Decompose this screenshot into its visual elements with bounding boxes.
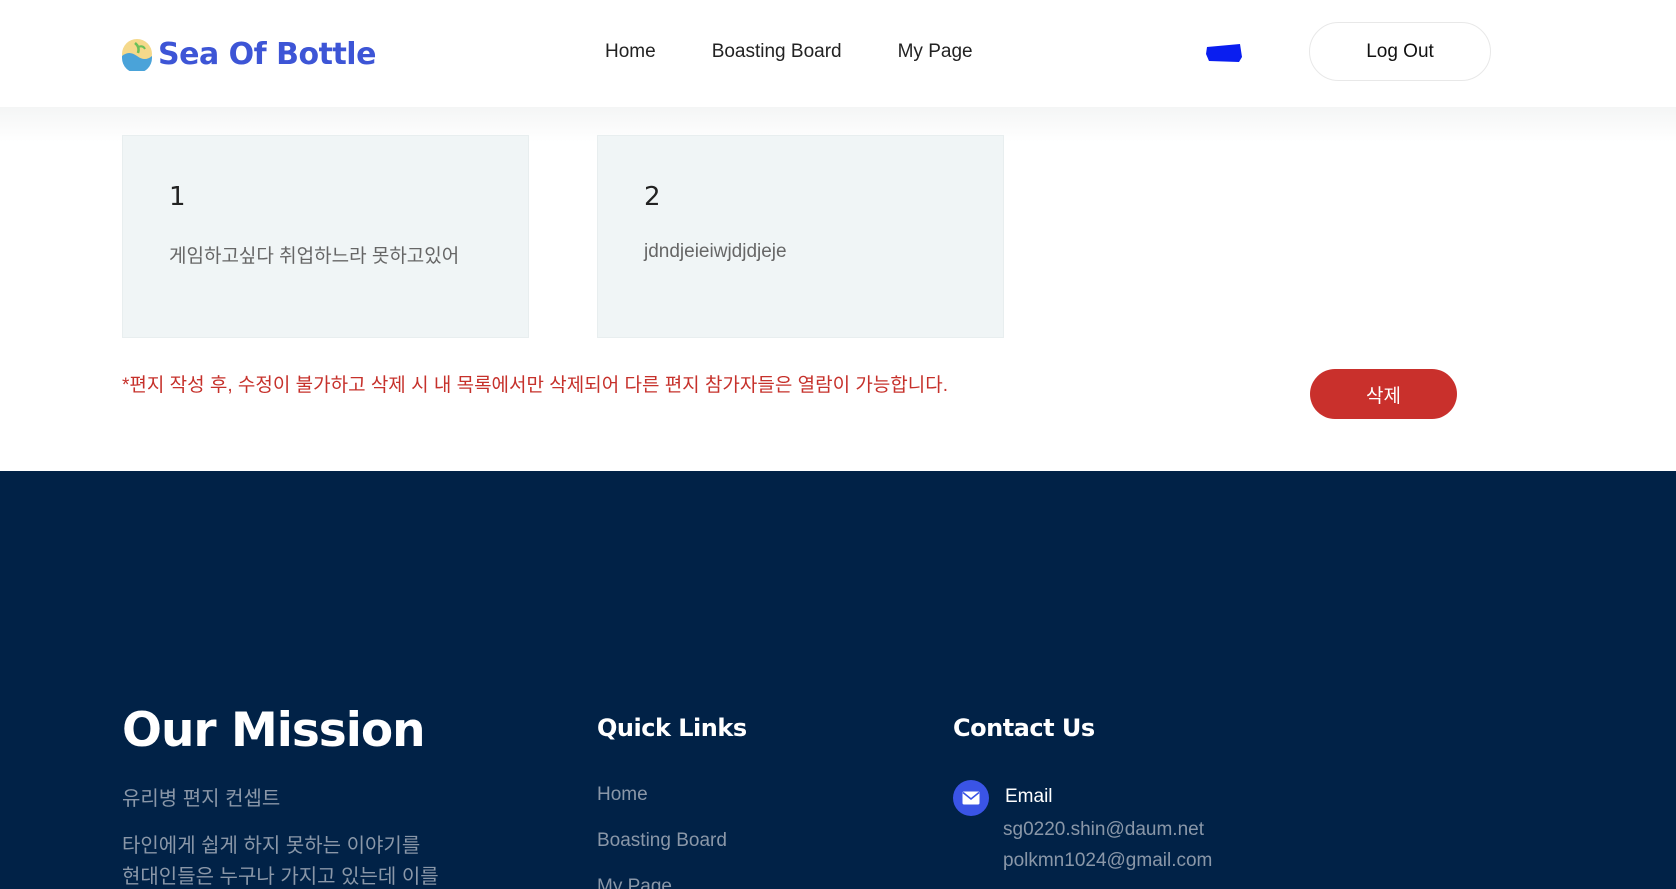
mission-title: Our Mission: [122, 703, 426, 758]
quick-links-list: Home Boasting Board My Page: [597, 783, 727, 889]
delete-notice: *편지 작성 후, 수정이 불가하고 삭제 시 내 목록에서만 삭제되어 다른 …: [122, 375, 949, 396]
site-header: Sea Of Bottle Home Boasting Board My Pag…: [0, 0, 1676, 107]
letter-number: 2: [644, 182, 661, 212]
nav-boasting-board[interactable]: Boasting Board: [712, 38, 842, 66]
email-address[interactable]: sg0220.shin@daum.net: [1003, 819, 1204, 841]
brand-logo[interactable]: Sea Of Bottle: [120, 35, 376, 73]
quick-links-title: Quick Links: [597, 714, 747, 742]
logout-button[interactable]: Log Out: [1309, 22, 1491, 81]
letter-card[interactable]: 1 게임하고싶다 취업하느라 못하고있어: [122, 135, 529, 338]
letter-card[interactable]: 2 jdndjeieiwjdjdjeje: [597, 135, 1004, 338]
quick-link-boasting-board[interactable]: Boasting Board: [597, 829, 727, 875]
brand-name: Sea Of Bottle: [158, 36, 376, 72]
mission-body-line: 타인에게 쉽게 하지 못하는 이야기를: [122, 835, 421, 857]
mission-subtitle: 유리병 편지 컨셉트: [122, 788, 281, 810]
main-nav: Home Boasting Board My Page: [605, 38, 1029, 66]
mission-body-line: 현대인들은 누구나 가지고 있는데 이를: [122, 866, 439, 888]
email-address[interactable]: polkmn1024@gmail.com: [1003, 850, 1212, 872]
email-label: Email: [1005, 786, 1053, 807]
mission-body: 타인에게 쉽게 하지 못하는 이야기를 현대인들은 누구나 가지고 있는데 이를: [122, 831, 462, 889]
letter-text: 게임하고싶다 취업하느라 못하고있어: [169, 246, 460, 267]
quick-link-my-page[interactable]: My Page: [597, 875, 727, 889]
blue-scribble-icon: [1206, 44, 1242, 62]
envelope-icon: [953, 780, 989, 816]
nav-my-page[interactable]: My Page: [898, 38, 973, 66]
quick-link-home[interactable]: Home: [597, 783, 727, 829]
site-footer: Our Mission 유리병 편지 컨셉트 타인에게 쉽게 하지 못하는 이야…: [0, 471, 1676, 889]
contact-title: Contact Us: [953, 714, 1095, 742]
nav-home[interactable]: Home: [605, 38, 656, 66]
bottle-wave-icon: [122, 39, 152, 71]
delete-button[interactable]: 삭제: [1310, 369, 1457, 419]
letter-text: jdndjeieiwjdjdjeje: [644, 241, 787, 262]
letter-number: 1: [169, 182, 186, 212]
